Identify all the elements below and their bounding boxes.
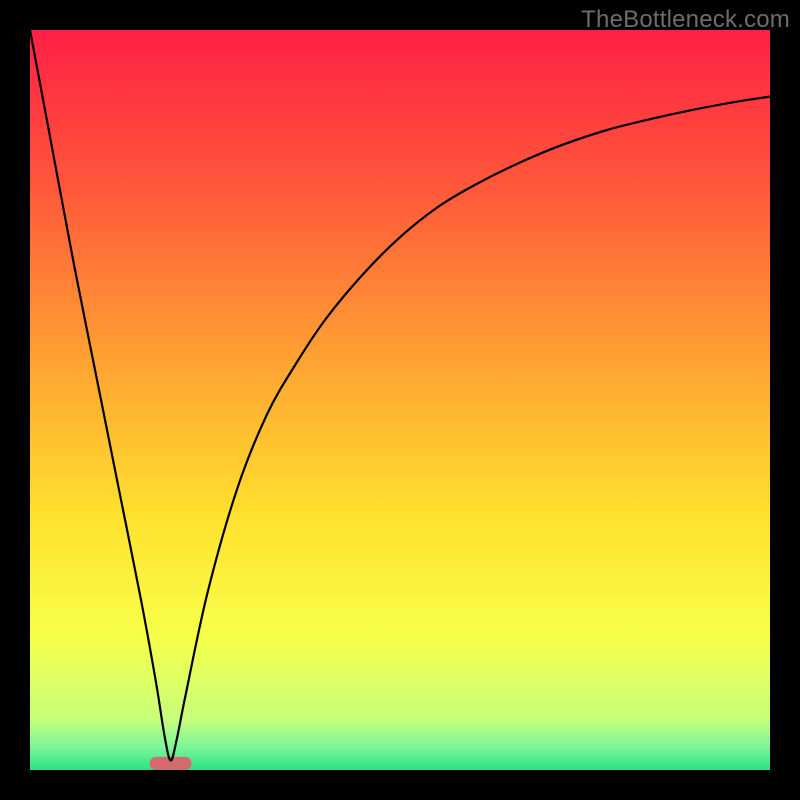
gradient-background	[30, 30, 770, 770]
plot-area	[30, 30, 770, 770]
optimum-marker	[150, 757, 192, 770]
chart-svg	[30, 30, 770, 770]
chart-frame: TheBottleneck.com	[0, 0, 800, 800]
watermark-text: TheBottleneck.com	[581, 6, 790, 34]
